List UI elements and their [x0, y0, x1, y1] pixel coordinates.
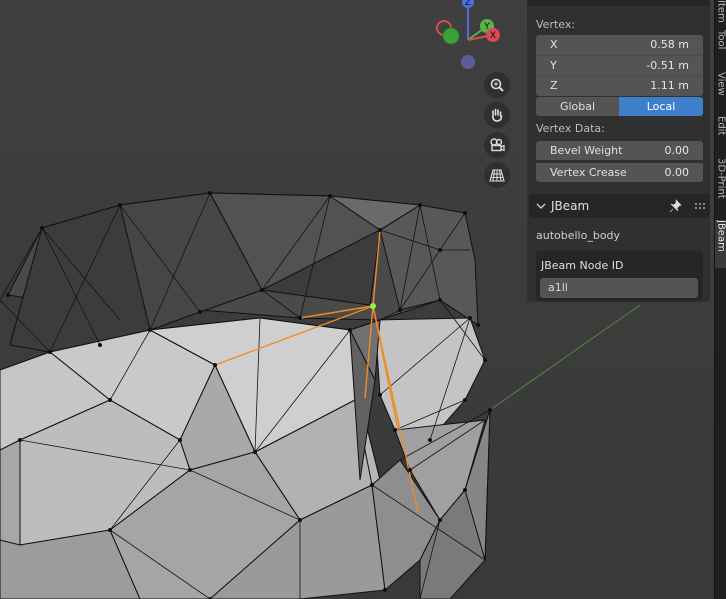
chevron-down-icon	[536, 203, 546, 209]
bevel-weight-value: 0.00	[664, 144, 690, 157]
sidebar-tabs: Item Tool View Edit 3D-Print JBeam	[714, 0, 726, 599]
jbeam-panel-header[interactable]: JBeam	[529, 194, 710, 218]
vertex-x-field[interactable]: X 0.58 m	[536, 35, 703, 54]
mesh-front-body	[0, 317, 491, 599]
y-value: -0.51 m	[646, 58, 689, 72]
vertex-y-field[interactable]: Y -0.51 m	[536, 55, 703, 74]
tab-edit[interactable]: Edit	[715, 116, 726, 152]
gizmo-z-label: Z	[465, 0, 471, 8]
global-toggle[interactable]: Global	[536, 97, 619, 116]
bevel-weight-label: Bevel Weight	[550, 144, 623, 157]
pan-button[interactable]	[484, 102, 510, 128]
node-id-input[interactable]: a1ll	[540, 278, 698, 298]
jbeam-panel-title: JBeam	[551, 199, 590, 213]
tab-jbeam[interactable]: JBeam	[715, 220, 726, 268]
zoom-icon	[490, 78, 504, 92]
camera-view-button[interactable]	[484, 132, 510, 158]
tab-view[interactable]: View	[715, 72, 726, 110]
y-label: Y	[550, 58, 557, 72]
vertex-crease-field[interactable]: Vertex Crease 0.00	[536, 163, 703, 182]
sidebar-panel: Vertex: X 0.58 m Y -0.51 m Z 1.11 m Glob…	[527, 0, 710, 302]
x-label: X	[550, 38, 558, 51]
local-toggle[interactable]: Local	[619, 97, 703, 116]
gizmo-neg-z-axis	[461, 55, 475, 69]
vertex-crease-value: 0.00	[664, 166, 690, 179]
node-id-label: JBeam Node ID	[541, 259, 624, 272]
vertex-z-field[interactable]: Z 1.11 m	[536, 75, 703, 94]
object-name: autobello_body	[536, 229, 621, 242]
zoom-button[interactable]	[484, 72, 510, 98]
perspective-toggle-button[interactable]	[484, 162, 510, 188]
gizmo-neg-y-axis	[442, 27, 460, 45]
z-value: 1.11 m	[650, 78, 689, 92]
tab-item[interactable]: Item	[715, 0, 726, 24]
vertex-label: Vertex:	[536, 18, 576, 31]
bevel-weight-field[interactable]: Bevel Weight 0.00	[536, 141, 703, 160]
z-label: Z	[550, 78, 558, 92]
vertex-data-label: Vertex Data:	[536, 122, 605, 135]
camera-icon	[490, 138, 505, 152]
tab-3d-print[interactable]: 3D-Print	[715, 158, 726, 214]
x-value: 0.58 m	[650, 38, 689, 51]
hand-icon	[491, 108, 503, 122]
gizmo-x-label: X	[490, 31, 496, 41]
pin-icon[interactable]	[669, 199, 683, 213]
active-vertex	[370, 303, 376, 309]
tab-tool[interactable]: Tool	[715, 30, 726, 66]
vertex-crease-label: Vertex Crease	[550, 166, 627, 179]
panel-top-edge	[527, 0, 710, 6]
drag-handle-icon[interactable]	[695, 201, 705, 211]
grid-icon	[489, 169, 505, 182]
navigation-gizmo[interactable]: Z Y X	[430, 0, 510, 76]
